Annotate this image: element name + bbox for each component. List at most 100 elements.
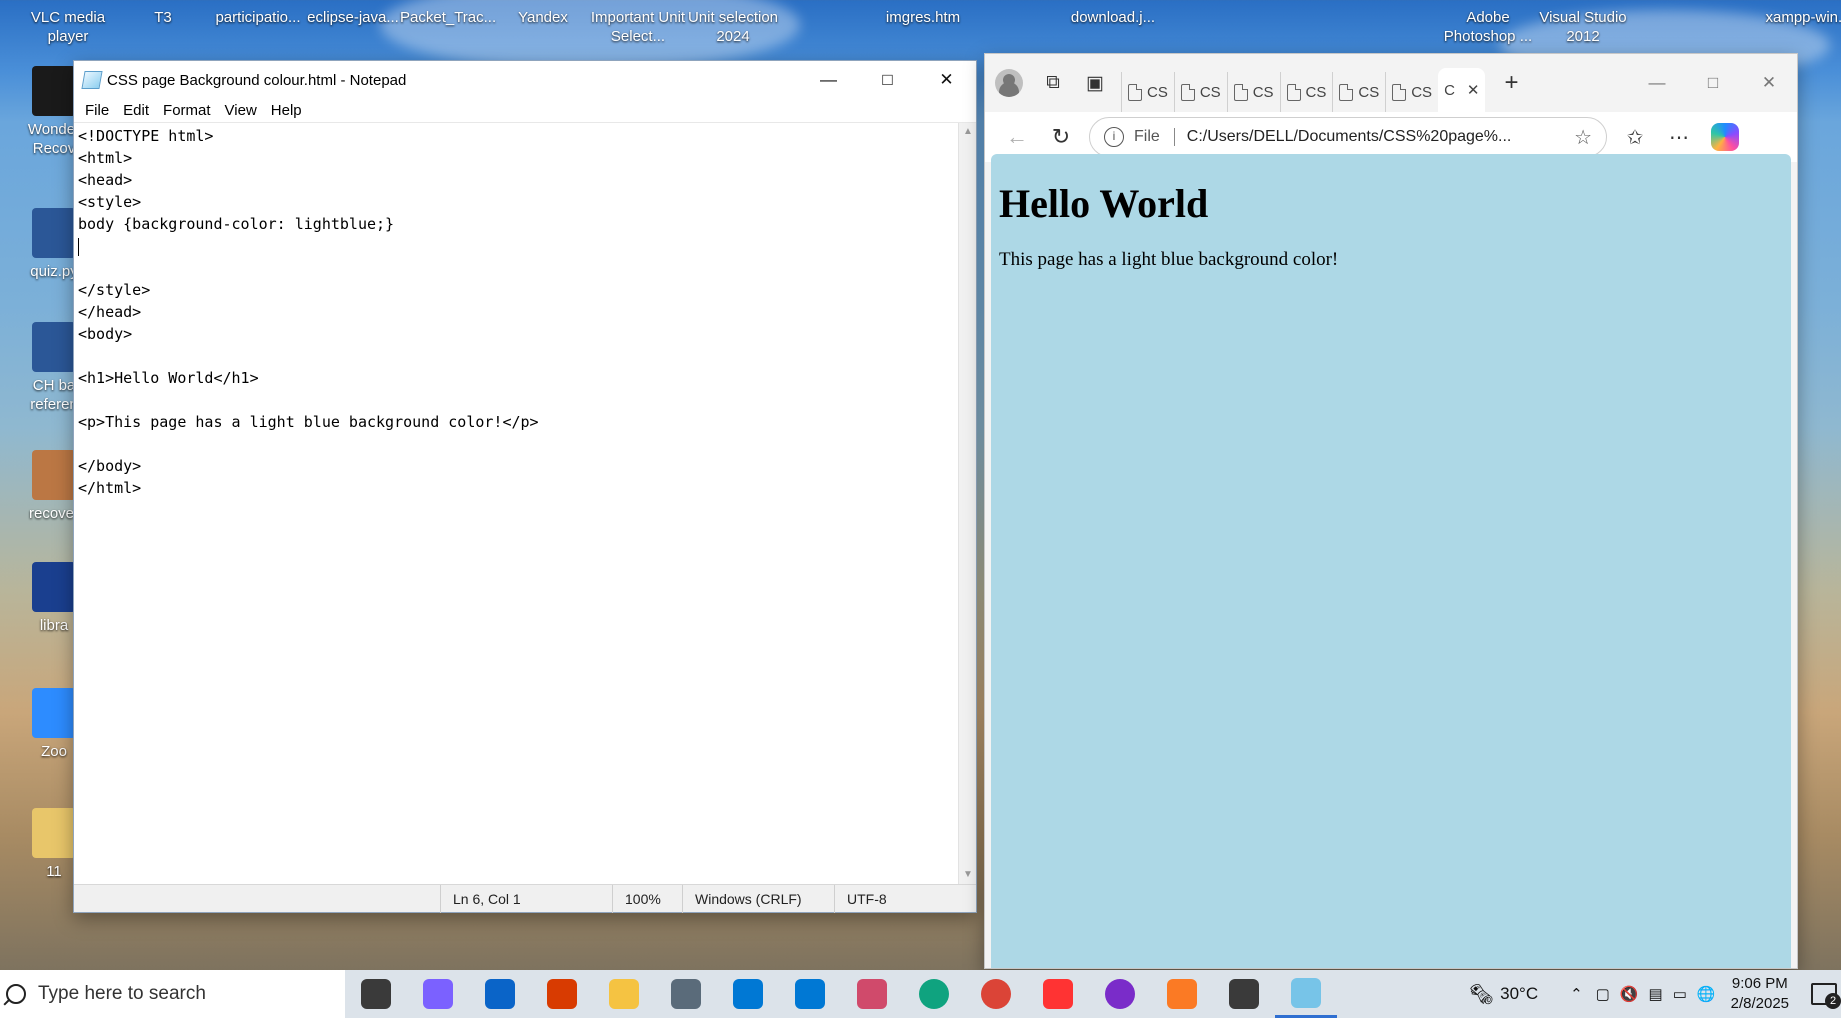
- favorite-star-icon[interactable]: ☆: [1574, 125, 1592, 150]
- taskbar-settings-button[interactable]: [1213, 970, 1275, 1018]
- edge-tab-strip: ⧉ ▣ CS CS CS CS CS CS C ✕ + — □ ✕: [985, 54, 1797, 112]
- new-tab-icon[interactable]: +: [1495, 67, 1527, 99]
- tab[interactable]: CS: [1121, 72, 1174, 112]
- desktop-icon[interactable]: participatio...: [210, 8, 306, 27]
- chevron-up-icon[interactable]: ⌃: [1570, 985, 1583, 1003]
- tab-label: CS: [1252, 83, 1274, 101]
- search-placeholder: Type here to search: [38, 983, 206, 1004]
- tab[interactable]: CS: [1173, 72, 1227, 112]
- taskbar-copilot-button[interactable]: [407, 970, 469, 1018]
- taskbar-apps: [345, 970, 1337, 1018]
- language-globe-icon[interactable]: 🌐: [1697, 985, 1716, 1003]
- text-line-content: <p>This page has a light blue background…: [78, 413, 539, 431]
- battery-icon[interactable]: ▭: [1673, 985, 1687, 1003]
- desktop-icon[interactable]: xampp-win...: [1760, 8, 1841, 27]
- back-arrow-icon[interactable]: ←: [995, 124, 1039, 150]
- refresh-icon[interactable]: ↻: [1039, 124, 1083, 150]
- notepad-titlebar[interactable]: CSS page Background colour.html - Notepa…: [74, 61, 976, 99]
- taskbar-chrome-button[interactable]: [965, 970, 1027, 1018]
- taskbar-game-bar-button[interactable]: [1089, 970, 1151, 1018]
- tab-active[interactable]: C ✕: [1438, 68, 1486, 112]
- close-tab-icon[interactable]: ✕: [1467, 81, 1480, 99]
- settings-icon: [1229, 979, 1259, 1009]
- desktop-icon-label: T3: [154, 9, 172, 26]
- taskbar-search-box[interactable]: Type here to search: [0, 970, 345, 1018]
- address-bar[interactable]: i File C:/Users/DELL/Documents/CSS%20pag…: [1089, 117, 1607, 157]
- copilot-icon[interactable]: [1711, 123, 1739, 151]
- news-widget-icon[interactable]: 🗞: [1469, 982, 1494, 1007]
- desktop-icon-label: Zoo: [41, 743, 67, 760]
- meet-now-icon[interactable]: ▢: [1596, 985, 1610, 1003]
- taskbar-office-button[interactable]: [531, 970, 593, 1018]
- profile-avatar-icon[interactable]: [995, 69, 1023, 97]
- tab[interactable]: CS: [1226, 72, 1280, 112]
- desktop-icon[interactable]: VLC media player: [20, 8, 116, 46]
- taskbar-yandex-button[interactable]: [1027, 970, 1089, 1018]
- desktop-icon[interactable]: download.j...: [1065, 8, 1161, 27]
- taskbar-azure-button[interactable]: [779, 970, 841, 1018]
- taskbar-mail-button[interactable]: [717, 970, 779, 1018]
- desktop-icon[interactable]: T3: [115, 8, 211, 27]
- desktop-icon[interactable]: eclipse-java...: [305, 8, 401, 27]
- desktop-icon[interactable]: imgres.htm: [875, 8, 971, 27]
- desktop-icon[interactable]: Yandex: [495, 8, 591, 27]
- text-line-content: <!DOCTYPE html>: [78, 127, 214, 145]
- close-button[interactable]: ✕: [917, 61, 976, 99]
- text-line: </body>: [78, 455, 954, 477]
- taskbar-file-explorer-button[interactable]: [593, 970, 655, 1018]
- document-icon: [1180, 83, 1195, 101]
- taskbar-outlook-button[interactable]: [469, 970, 531, 1018]
- workspaces-icon[interactable]: ⧉: [1037, 67, 1069, 99]
- scroll-up-icon[interactable]: ▲: [959, 123, 977, 141]
- taskbar-task-view-button[interactable]: [345, 970, 407, 1018]
- menu-file[interactable]: File: [78, 102, 116, 119]
- menu-view[interactable]: View: [218, 102, 264, 119]
- close-button[interactable]: ✕: [1741, 73, 1797, 93]
- tab[interactable]: CS: [1332, 72, 1385, 112]
- desktop-icon-label: VLC media player: [30, 9, 106, 45]
- desktop-icon-label: imgres.htm: [885, 9, 961, 26]
- minimize-button[interactable]: —: [1629, 73, 1685, 93]
- notepad-window[interactable]: CSS page Background colour.html - Notepa…: [73, 60, 977, 913]
- text-line: [78, 389, 954, 411]
- taskbar-edge-button[interactable]: [903, 970, 965, 1018]
- desktop-icon[interactable]: Adobe Photoshop ...: [1440, 8, 1536, 46]
- more-options-icon[interactable]: ⋯: [1657, 125, 1701, 150]
- desktop-app-icon: [32, 66, 76, 116]
- address-url[interactable]: C:/Users/DELL/Documents/CSS%20page%...: [1187, 128, 1574, 146]
- taskbar-snipping-tool-button[interactable]: [841, 970, 903, 1018]
- scroll-down-icon[interactable]: ▼: [959, 866, 977, 884]
- menu-format[interactable]: Format: [156, 102, 218, 119]
- notepad-text-area[interactable]: <!DOCTYPE html> <html> <head> <style> body {…: [74, 123, 958, 884]
- text-line: <body>: [78, 323, 954, 345]
- notification-center-icon[interactable]: 2: [1807, 979, 1841, 1009]
- maximize-button[interactable]: □: [1685, 73, 1741, 93]
- notepad-icon: [81, 71, 103, 89]
- vertical-tabs-icon[interactable]: ▣: [1079, 67, 1111, 99]
- desktop-icon[interactable]: Packet_Trac...: [400, 8, 496, 27]
- desktop-icon-label: xampp-win...: [1765, 9, 1841, 26]
- tab[interactable]: CS: [1279, 72, 1333, 112]
- maximize-button[interactable]: □: [858, 61, 917, 99]
- minimize-button[interactable]: —: [799, 61, 858, 99]
- desktop-icon[interactable]: Important Unit Select...: [590, 8, 686, 46]
- edge-window[interactable]: ⧉ ▣ CS CS CS CS CS CS C ✕ + — □ ✕ ← ↻ i File C:…: [984, 53, 1798, 969]
- menu-help[interactable]: Help: [264, 102, 309, 119]
- taskbar-notepad-button[interactable]: [1275, 970, 1337, 1018]
- desktop-icon[interactable]: Visual Studio 2012: [1535, 8, 1631, 46]
- network-icon[interactable]: ▤: [1649, 985, 1663, 1003]
- notepad-vertical-scrollbar[interactable]: ▲ ▼: [958, 123, 976, 884]
- text-line-content: <h1>Hello World</h1>: [78, 369, 259, 387]
- favorites-icon[interactable]: ✩: [1613, 125, 1657, 150]
- desktop-icon[interactable]: Unit selection 2024: [685, 8, 781, 46]
- web-page-content: Hello World This page has a light blue b…: [991, 154, 1791, 968]
- clock[interactable]: 9:06 PM 2/8/2025: [1731, 974, 1789, 1014]
- tab[interactable]: CS: [1385, 72, 1438, 112]
- taskbar-calculator-button[interactable]: [655, 970, 717, 1018]
- weather-temperature[interactable]: 30°C: [1500, 984, 1538, 1004]
- status-line-ending: Windows (CRLF): [682, 885, 808, 913]
- menu-edit[interactable]: Edit: [116, 102, 156, 119]
- taskbar-xampp-button[interactable]: [1151, 970, 1213, 1018]
- info-icon[interactable]: i: [1104, 127, 1124, 147]
- speaker-muted-icon[interactable]: 🔇: [1620, 985, 1639, 1003]
